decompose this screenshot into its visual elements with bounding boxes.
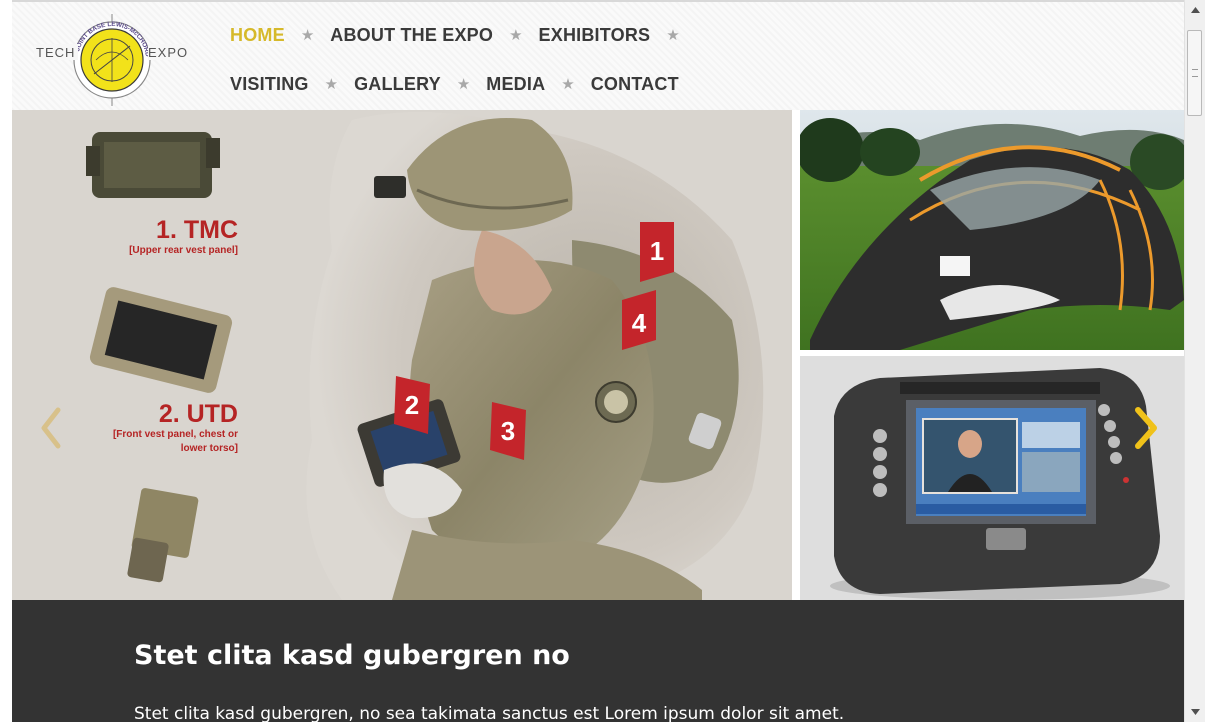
slide-caption: Stet clita kasd gubergren no Stet clita … xyxy=(12,600,1184,722)
slide-image-solar-tent xyxy=(796,110,1184,350)
gear-subtitle-tmc: [Upper rear vest panel] xyxy=(129,245,238,256)
gear-marker-1: 1 xyxy=(640,222,674,282)
nav-contact[interactable]: CONTACT xyxy=(591,74,679,95)
gear-title-utd: 2. UTD xyxy=(159,400,238,428)
gear-marker-4: 4 xyxy=(622,290,656,350)
tent-illustration xyxy=(796,110,1184,350)
gear-subtitle-utd-line2: lower torso] xyxy=(181,443,238,454)
hero-slider: 1 4 2 3 1. TMC [Upper rear vest panel] 2… xyxy=(12,110,1184,600)
logo-emblem: JOINT BASE LEWIS-McCHORD TECH EXPO xyxy=(34,14,190,106)
scroll-up-button[interactable] xyxy=(1185,0,1205,20)
arrow-down-icon xyxy=(1190,709,1200,715)
nav-gallery[interactable]: GALLERY xyxy=(354,74,441,95)
star-icon: ★ xyxy=(666,27,680,44)
star-icon: ★ xyxy=(509,27,523,44)
slider-next-button[interactable] xyxy=(1132,406,1160,455)
svg-text:EXPO: EXPO xyxy=(148,45,188,60)
caption-text: Stet clita kasd gubergren, no sea takima… xyxy=(134,704,845,722)
main-nav: HOME ★ ABOUT THE EXPO ★ EXHIBITORS ★ VIS… xyxy=(230,2,830,112)
gear-marker-2: 2 xyxy=(394,376,430,434)
gear-title-tmc: 1. TMC xyxy=(156,216,238,244)
svg-text:4: 4 xyxy=(632,308,647,338)
star-icon: ★ xyxy=(324,76,339,93)
site-logo[interactable]: JOINT BASE LEWIS-McCHORD TECH EXPO xyxy=(34,14,192,106)
grip-icon xyxy=(1192,69,1198,77)
star-icon: ★ xyxy=(300,27,315,44)
nav-exhibitors[interactable]: EXHIBITORS xyxy=(539,25,651,46)
nav-about-the-expo[interactable]: ABOUT THE EXPO xyxy=(330,25,493,46)
arrow-up-icon xyxy=(1190,7,1200,13)
soldier-illustration: 1 4 2 3 1. TMC [Upper rear vest panel] 2… xyxy=(12,110,792,600)
nav-row-2: VISITING ★ GALLERY ★ MEDIA ★ CONTACT xyxy=(230,69,679,99)
star-icon: ★ xyxy=(456,76,471,93)
svg-text:TECH: TECH xyxy=(36,45,75,60)
slide-image-soldier-gear: 1 4 2 3 1. TMC [Upper rear vest panel] 2… xyxy=(12,110,792,600)
gear-subtitle-utd-line1: [Front vest panel, chest or xyxy=(113,429,238,440)
page-scrollbar[interactable] xyxy=(1184,0,1205,722)
slider-prev-button[interactable] xyxy=(40,406,62,455)
caption-title: Stet clita kasd gubergren no xyxy=(134,640,570,671)
nav-media[interactable]: MEDIA xyxy=(486,74,545,95)
star-icon: ★ xyxy=(561,76,575,93)
scroll-thumb[interactable] xyxy=(1187,30,1202,116)
slide-image-rugged-tablet xyxy=(800,356,1184,600)
svg-text:3: 3 xyxy=(501,416,515,446)
page: JOINT BASE LEWIS-McCHORD TECH EXPO HOME … xyxy=(0,0,1184,722)
nav-home[interactable]: HOME xyxy=(230,25,285,46)
svg-text:2: 2 xyxy=(405,390,419,420)
gear-marker-3: 3 xyxy=(490,402,526,460)
chevron-right-icon xyxy=(1135,407,1157,449)
scroll-down-button[interactable] xyxy=(1185,702,1205,722)
site-header: JOINT BASE LEWIS-McCHORD TECH EXPO HOME … xyxy=(12,0,1184,110)
tmc-device-image xyxy=(86,132,220,198)
svg-text:1: 1 xyxy=(650,236,664,266)
nav-visiting[interactable]: VISITING xyxy=(230,74,309,95)
tablet-illustration xyxy=(800,356,1184,600)
nav-row-1: HOME ★ ABOUT THE EXPO ★ EXHIBITORS ★ xyxy=(230,20,696,50)
chevron-left-icon xyxy=(41,407,61,449)
